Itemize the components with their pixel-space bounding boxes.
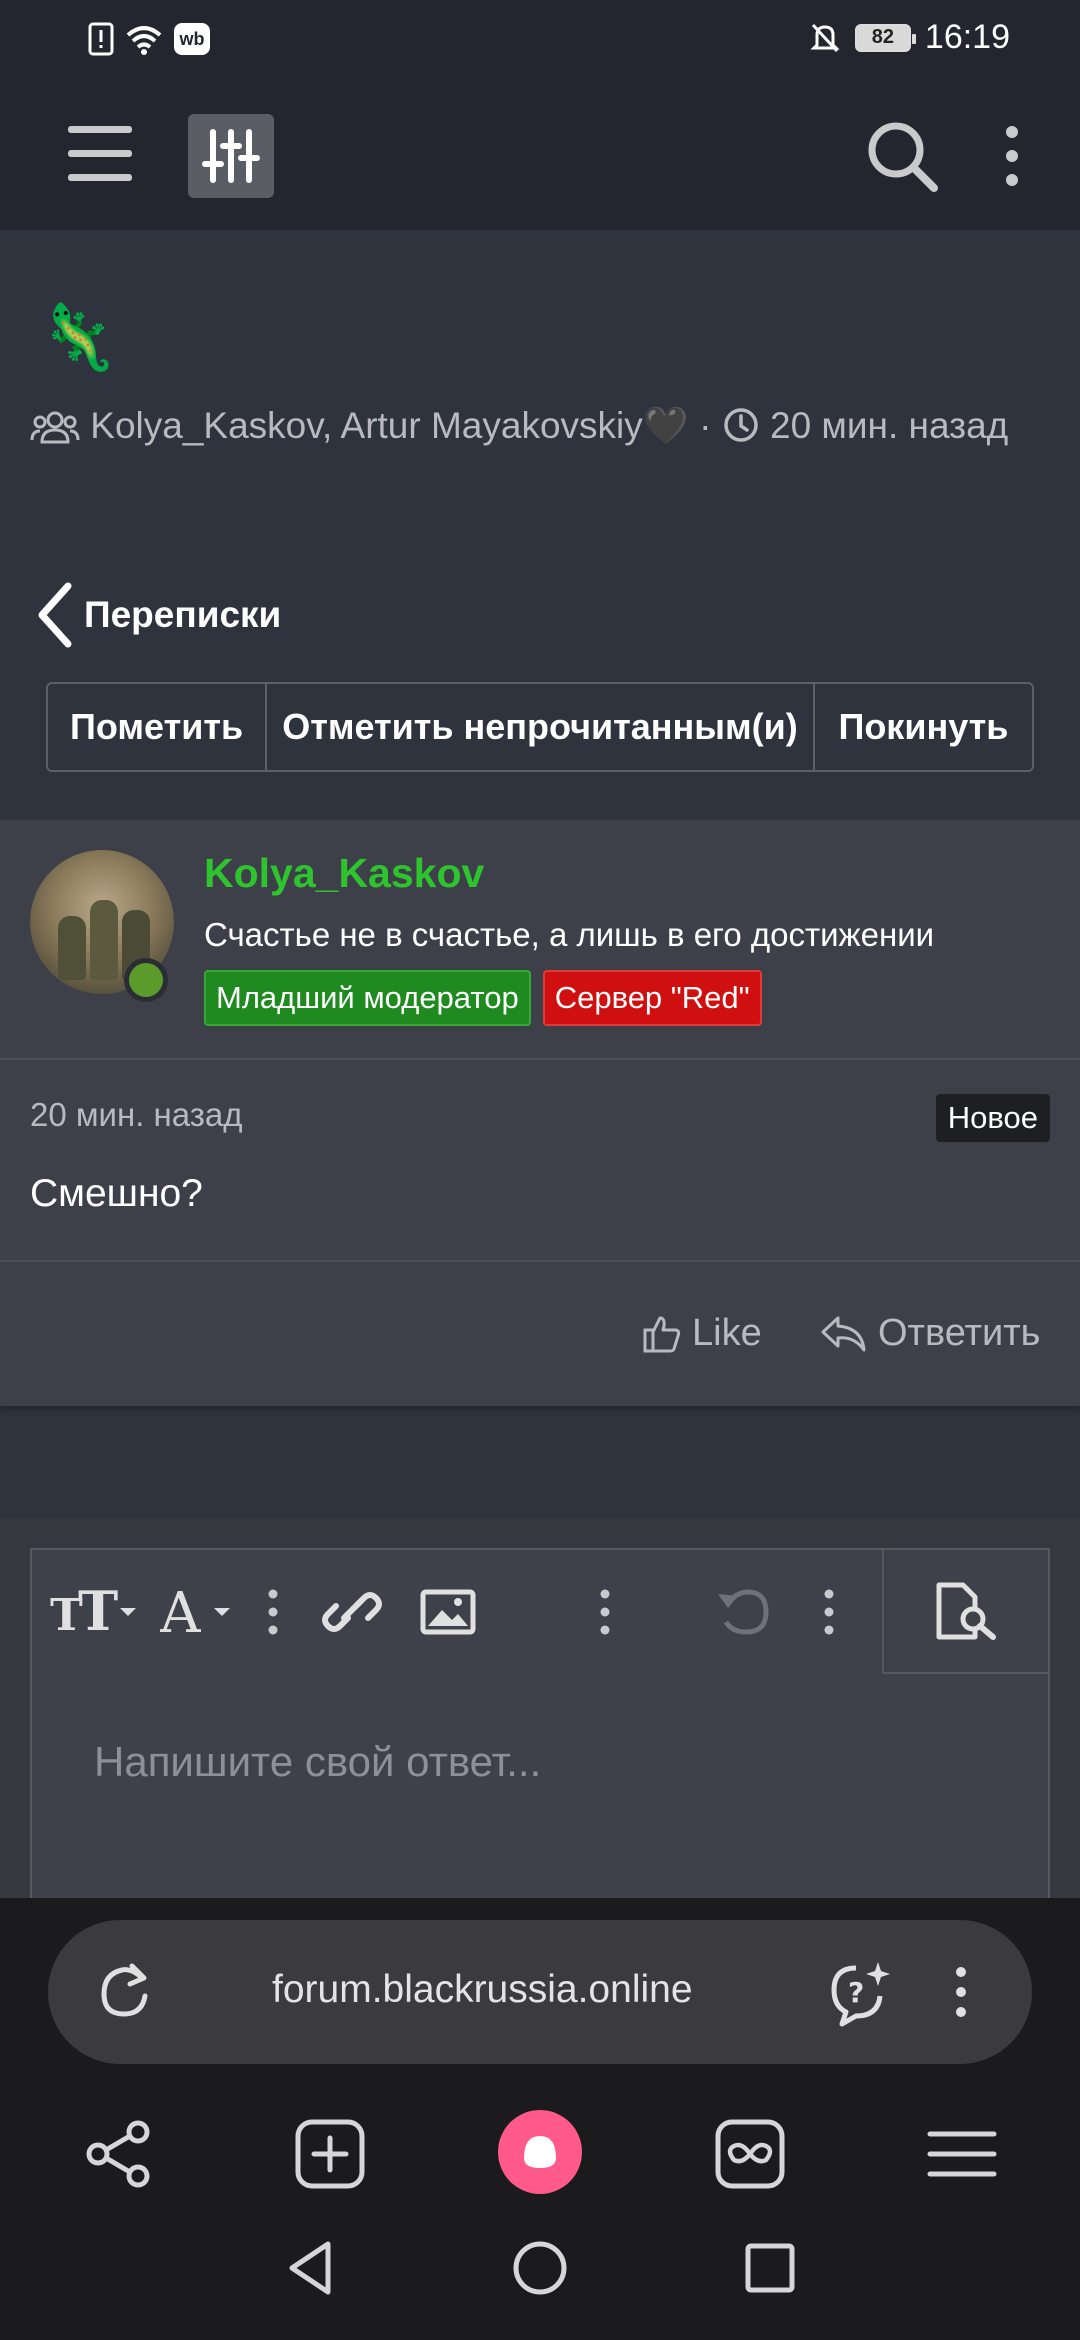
- conversation-time: 20 мин. назад: [770, 405, 1009, 446]
- search-icon[interactable]: [864, 118, 940, 194]
- conversation-meta: Kolya_Kaskov, Artur Mayakovskiy🖤 · 20 ми…: [30, 398, 1050, 454]
- alice-icon[interactable]: [498, 2110, 582, 2194]
- tabs-icon[interactable]: [712, 2116, 788, 2192]
- more-vert-icon[interactable]: [266, 1584, 280, 1640]
- reply-icon: [821, 1316, 866, 1351]
- more-vert-icon[interactable]: [954, 1964, 968, 2020]
- preview-icon[interactable]: [882, 1550, 1048, 1674]
- reply-button[interactable]: Ответить: [820, 1312, 1040, 1355]
- message-user-block: Kolya_Kaskov Счастье не в счастье, а лиш…: [0, 820, 1080, 1060]
- text-size-icon[interactable]: TT: [50, 1584, 140, 1640]
- svg-text:T: T: [78, 1584, 118, 1640]
- message-actions: Like Ответить: [0, 1262, 1080, 1406]
- back-link[interactable]: Переписки: [36, 582, 281, 648]
- participants[interactable]: Kolya_Kaskov, Artur Mayakovskiy🖤: [90, 405, 689, 446]
- clock: 16:19: [924, 18, 1010, 56]
- hamburger-icon[interactable]: [68, 126, 132, 182]
- reply-editor[interactable]: TT A Напишите свой ответ...: [30, 1548, 1050, 1908]
- user-title: Счастье не в счастье, а лишь в его дости…: [204, 916, 935, 953]
- battery-indicator: 82: [854, 23, 916, 52]
- image-icon[interactable]: [420, 1584, 476, 1640]
- leave-button[interactable]: Покинуть: [814, 684, 1032, 770]
- like-label: Like: [692, 1312, 762, 1354]
- nav-home-icon[interactable]: [510, 2238, 570, 2298]
- users-icon: [30, 411, 80, 444]
- message-time[interactable]: 20 мин. назад: [30, 1096, 243, 1134]
- address-bar[interactable]: forum.blackrussia.online ?: [48, 1920, 1032, 2064]
- share-icon[interactable]: [80, 2116, 156, 2192]
- more-vert-icon[interactable]: [822, 1584, 836, 1640]
- new-badge: Новое: [935, 1094, 1050, 1142]
- chevron-left-icon: [38, 582, 72, 648]
- conversation-title: 🦎: [38, 301, 118, 373]
- ai-chat-icon[interactable]: ?: [826, 1958, 896, 2028]
- more-vert-icon[interactable]: [598, 1584, 612, 1640]
- wb-icon: wb: [174, 23, 210, 55]
- sliders-icon[interactable]: [188, 114, 274, 198]
- reply-label: Ответить: [878, 1312, 1041, 1354]
- server-badge: Сервер "Red": [542, 970, 762, 1026]
- status-bar: wb 82 16:19: [0, 0, 1080, 80]
- clock-icon: [723, 408, 758, 442]
- reload-icon[interactable]: [92, 1960, 156, 2024]
- reply-input-placeholder[interactable]: Напишите свой ответ...: [94, 1738, 541, 1786]
- meta-separator: ·: [699, 405, 712, 446]
- undo-icon[interactable]: [714, 1584, 774, 1640]
- message-text: Смешно?: [30, 1172, 203, 1215]
- app-header: [0, 80, 1080, 230]
- new-tab-icon[interactable]: [292, 2116, 368, 2192]
- nav-recents-icon[interactable]: [740, 2238, 800, 2298]
- status-icons-left: wb: [88, 22, 210, 56]
- alert-icon: [88, 22, 114, 56]
- link-icon[interactable]: [322, 1584, 382, 1640]
- conversation-actions: Пометить Отметить непрочитанным(и) Покин…: [46, 682, 1034, 772]
- username-link[interactable]: Kolya_Kaskov: [204, 850, 484, 897]
- reply-section: TT A Напишите свой ответ...: [0, 1518, 1080, 1908]
- url-text[interactable]: forum.blackrussia.online: [272, 1968, 693, 2012]
- wifi-icon: [126, 26, 162, 55]
- like-button[interactable]: Like: [642, 1312, 762, 1355]
- conversation-header: 🦎 Kolya_Kaskov, Artur Mayakovskiy🖤 · 20 …: [0, 230, 1080, 820]
- svg-text:A: A: [160, 1584, 201, 1640]
- font-color-icon[interactable]: A: [160, 1584, 240, 1640]
- message-body: 20 мин. назад Новое Смешно?: [0, 1060, 1080, 1262]
- mark-button[interactable]: Пометить: [48, 684, 268, 770]
- online-status-icon: [124, 958, 168, 1002]
- nav-back-icon[interactable]: [282, 2238, 342, 2298]
- menu-icon[interactable]: [924, 2116, 1000, 2192]
- bell-off-icon: [810, 23, 840, 52]
- mark-unread-button[interactable]: Отметить непрочитанным(и): [267, 684, 815, 770]
- status-icons-right: 82 16:19: [809, 18, 1010, 57]
- more-vert-icon[interactable]: [1000, 124, 1024, 188]
- back-label: Переписки: [84, 594, 282, 635]
- user-badges: Младший модератор Сервер "Red": [204, 970, 762, 1026]
- thumbs-up-icon: [643, 1316, 681, 1352]
- svg-text:?: ?: [848, 1976, 864, 2009]
- role-badge: Младший модератор: [204, 970, 531, 1026]
- browser-bar: forum.blackrussia.online ?: [0, 1898, 1080, 2340]
